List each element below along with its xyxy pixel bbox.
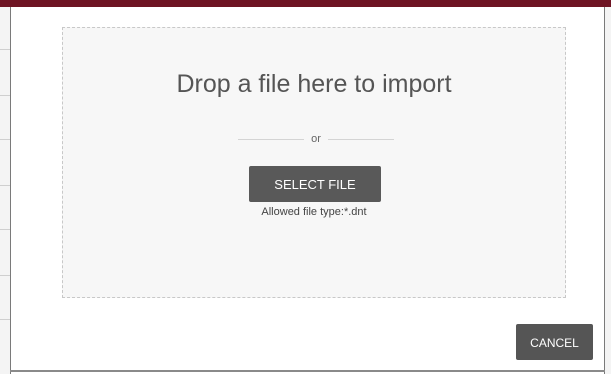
background-left-panel <box>0 7 11 374</box>
drop-zone-title: Drop a file here to import <box>176 70 452 98</box>
background-divider <box>0 95 10 96</box>
file-drop-zone[interactable]: Drop a file here to import or SELECT FIL… <box>62 27 566 298</box>
or-separator: or <box>238 132 394 146</box>
background-right-panel <box>604 7 611 374</box>
dialog-bottom-border <box>10 370 605 372</box>
background-divider <box>0 49 10 50</box>
separator-line-right <box>328 139 394 140</box>
background-divider <box>0 139 10 140</box>
cancel-button[interactable]: CANCEL <box>516 324 593 360</box>
background-divider <box>0 275 10 276</box>
allowed-file-types: Allowed file type:*.dnt <box>261 206 367 218</box>
background-divider <box>0 229 10 230</box>
background-divider <box>0 319 10 320</box>
top-accent-bar <box>0 0 611 7</box>
import-dialog: Drop a file here to import or SELECT FIL… <box>11 7 604 370</box>
select-file-button[interactable]: SELECT FILE <box>249 166 381 202</box>
background-divider <box>0 185 10 186</box>
